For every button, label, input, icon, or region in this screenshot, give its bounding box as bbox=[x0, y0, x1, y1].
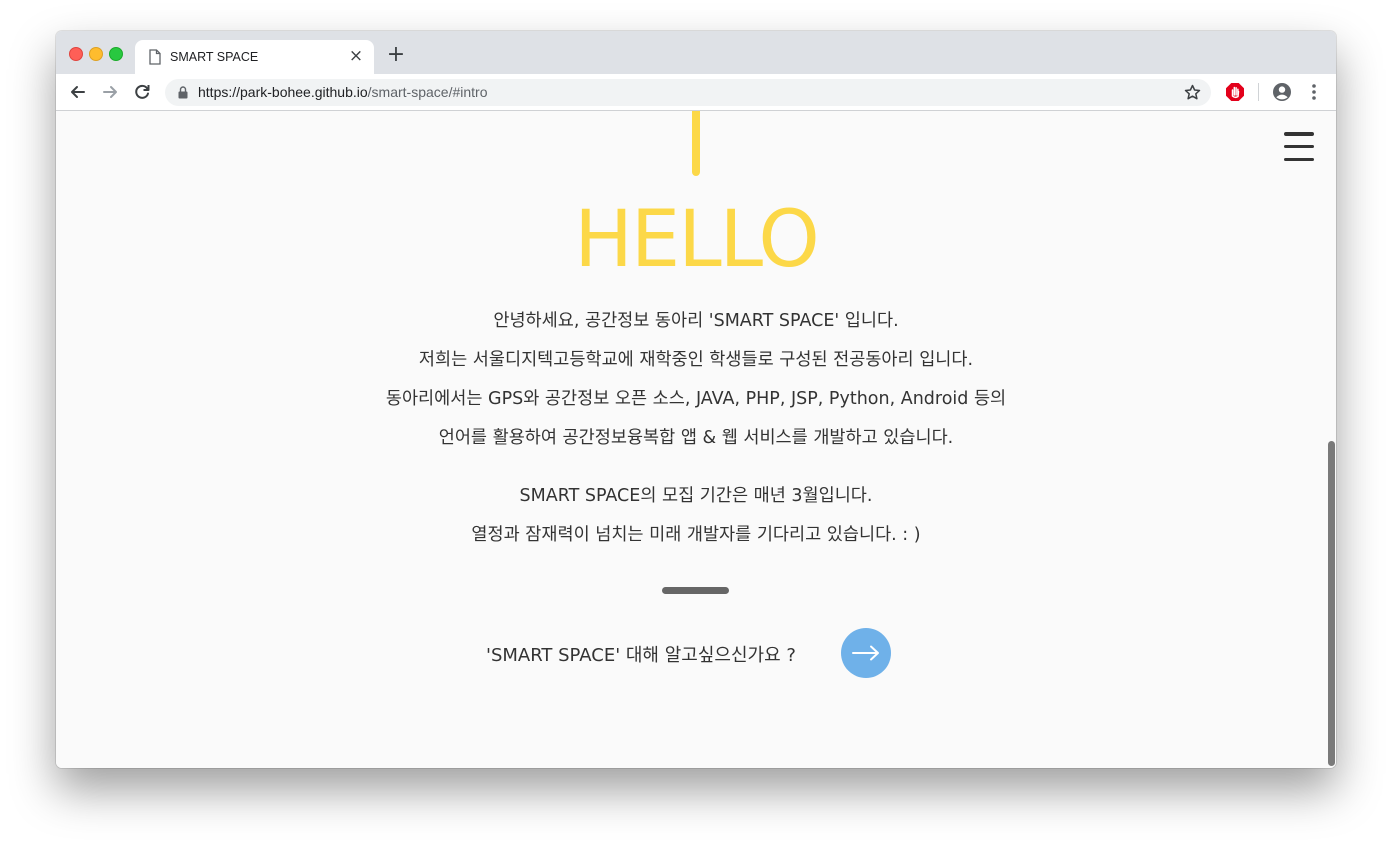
more-vert-icon[interactable] bbox=[1305, 82, 1323, 102]
intro-line: 언어를 활용하여 공간정보융복합 앱 & 웹 서비스를 개발하고 있습니다. bbox=[438, 428, 954, 448]
intro-line: 열정과 잠재력이 넘치는 미래 개발자를 기다리고 있습니다. : ) bbox=[471, 525, 921, 545]
tab-title: SMART SPACE bbox=[170, 50, 259, 64]
document-icon bbox=[149, 49, 161, 65]
cta-question: 'SMART SPACE' 대해 알고싶으신가요 ? bbox=[486, 645, 796, 666]
lock-icon bbox=[178, 86, 188, 99]
intro-line: 동아리에서는 GPS와 공간정보 오픈 소스, JAVA, PHP, JSP, … bbox=[385, 389, 1007, 409]
minimize-window-button[interactable] bbox=[89, 47, 103, 61]
tab-strip: SMART SPACE × + bbox=[56, 31, 1336, 74]
page-content: HELLO 안녕하세요, 공간정보 동아리 'SMART SPACE' 입니다.… bbox=[56, 111, 1336, 768]
toolbar-separator bbox=[1258, 83, 1259, 101]
yellow-accent-bar bbox=[692, 111, 700, 176]
close-window-button[interactable] bbox=[69, 47, 83, 61]
scrollbar-thumb[interactable] bbox=[1328, 441, 1335, 766]
url-path: /smart-space/#intro bbox=[367, 84, 488, 100]
intro-line: 저희는 서울디지텍고등학교에 재학중인 학생들로 구성된 전공동아리 입니다. bbox=[418, 350, 974, 370]
tab-close-button[interactable]: × bbox=[348, 48, 364, 65]
intro-line: SMART SPACE의 모집 기간은 매년 3월입니다. bbox=[519, 486, 873, 506]
intro-paragraph-1: 안녕하세요, 공간정보 동아리 'SMART SPACE' 입니다. 저희는 서… bbox=[56, 302, 1336, 458]
browser-tab[interactable]: SMART SPACE × bbox=[135, 40, 374, 74]
browser-toolbar: https://park-bohee.github.io/smart-space… bbox=[56, 74, 1336, 111]
section-divider bbox=[662, 587, 729, 594]
learn-more-button[interactable] bbox=[841, 628, 891, 678]
forward-arrow-icon[interactable] bbox=[99, 81, 121, 103]
reload-icon[interactable] bbox=[131, 81, 153, 103]
star-icon[interactable] bbox=[1184, 84, 1201, 101]
browser-window: SMART SPACE × + https://park-bohee.githu… bbox=[56, 31, 1336, 768]
adblock-hand-icon[interactable] bbox=[1225, 82, 1245, 102]
url-host: https://park-bohee.github.io bbox=[198, 84, 368, 100]
account-icon[interactable] bbox=[1272, 82, 1292, 102]
hamburger-menu-icon[interactable] bbox=[1284, 132, 1314, 161]
maximize-window-button[interactable] bbox=[109, 47, 123, 61]
address-bar[interactable]: https://park-bohee.github.io/smart-space… bbox=[165, 79, 1211, 106]
new-tab-button[interactable]: + bbox=[386, 44, 406, 66]
intro-paragraph-2: SMART SPACE의 모집 기간은 매년 3월입니다. 열정과 잠재력이 넘… bbox=[56, 477, 1336, 555]
hello-heading: HELLO bbox=[574, 195, 819, 285]
url-text: https://park-bohee.github.io/smart-space… bbox=[198, 84, 488, 101]
arrow-right-icon bbox=[852, 645, 879, 661]
back-arrow-icon[interactable] bbox=[67, 81, 89, 103]
intro-line: 안녕하세요, 공간정보 동아리 'SMART SPACE' 입니다. bbox=[493, 311, 899, 331]
